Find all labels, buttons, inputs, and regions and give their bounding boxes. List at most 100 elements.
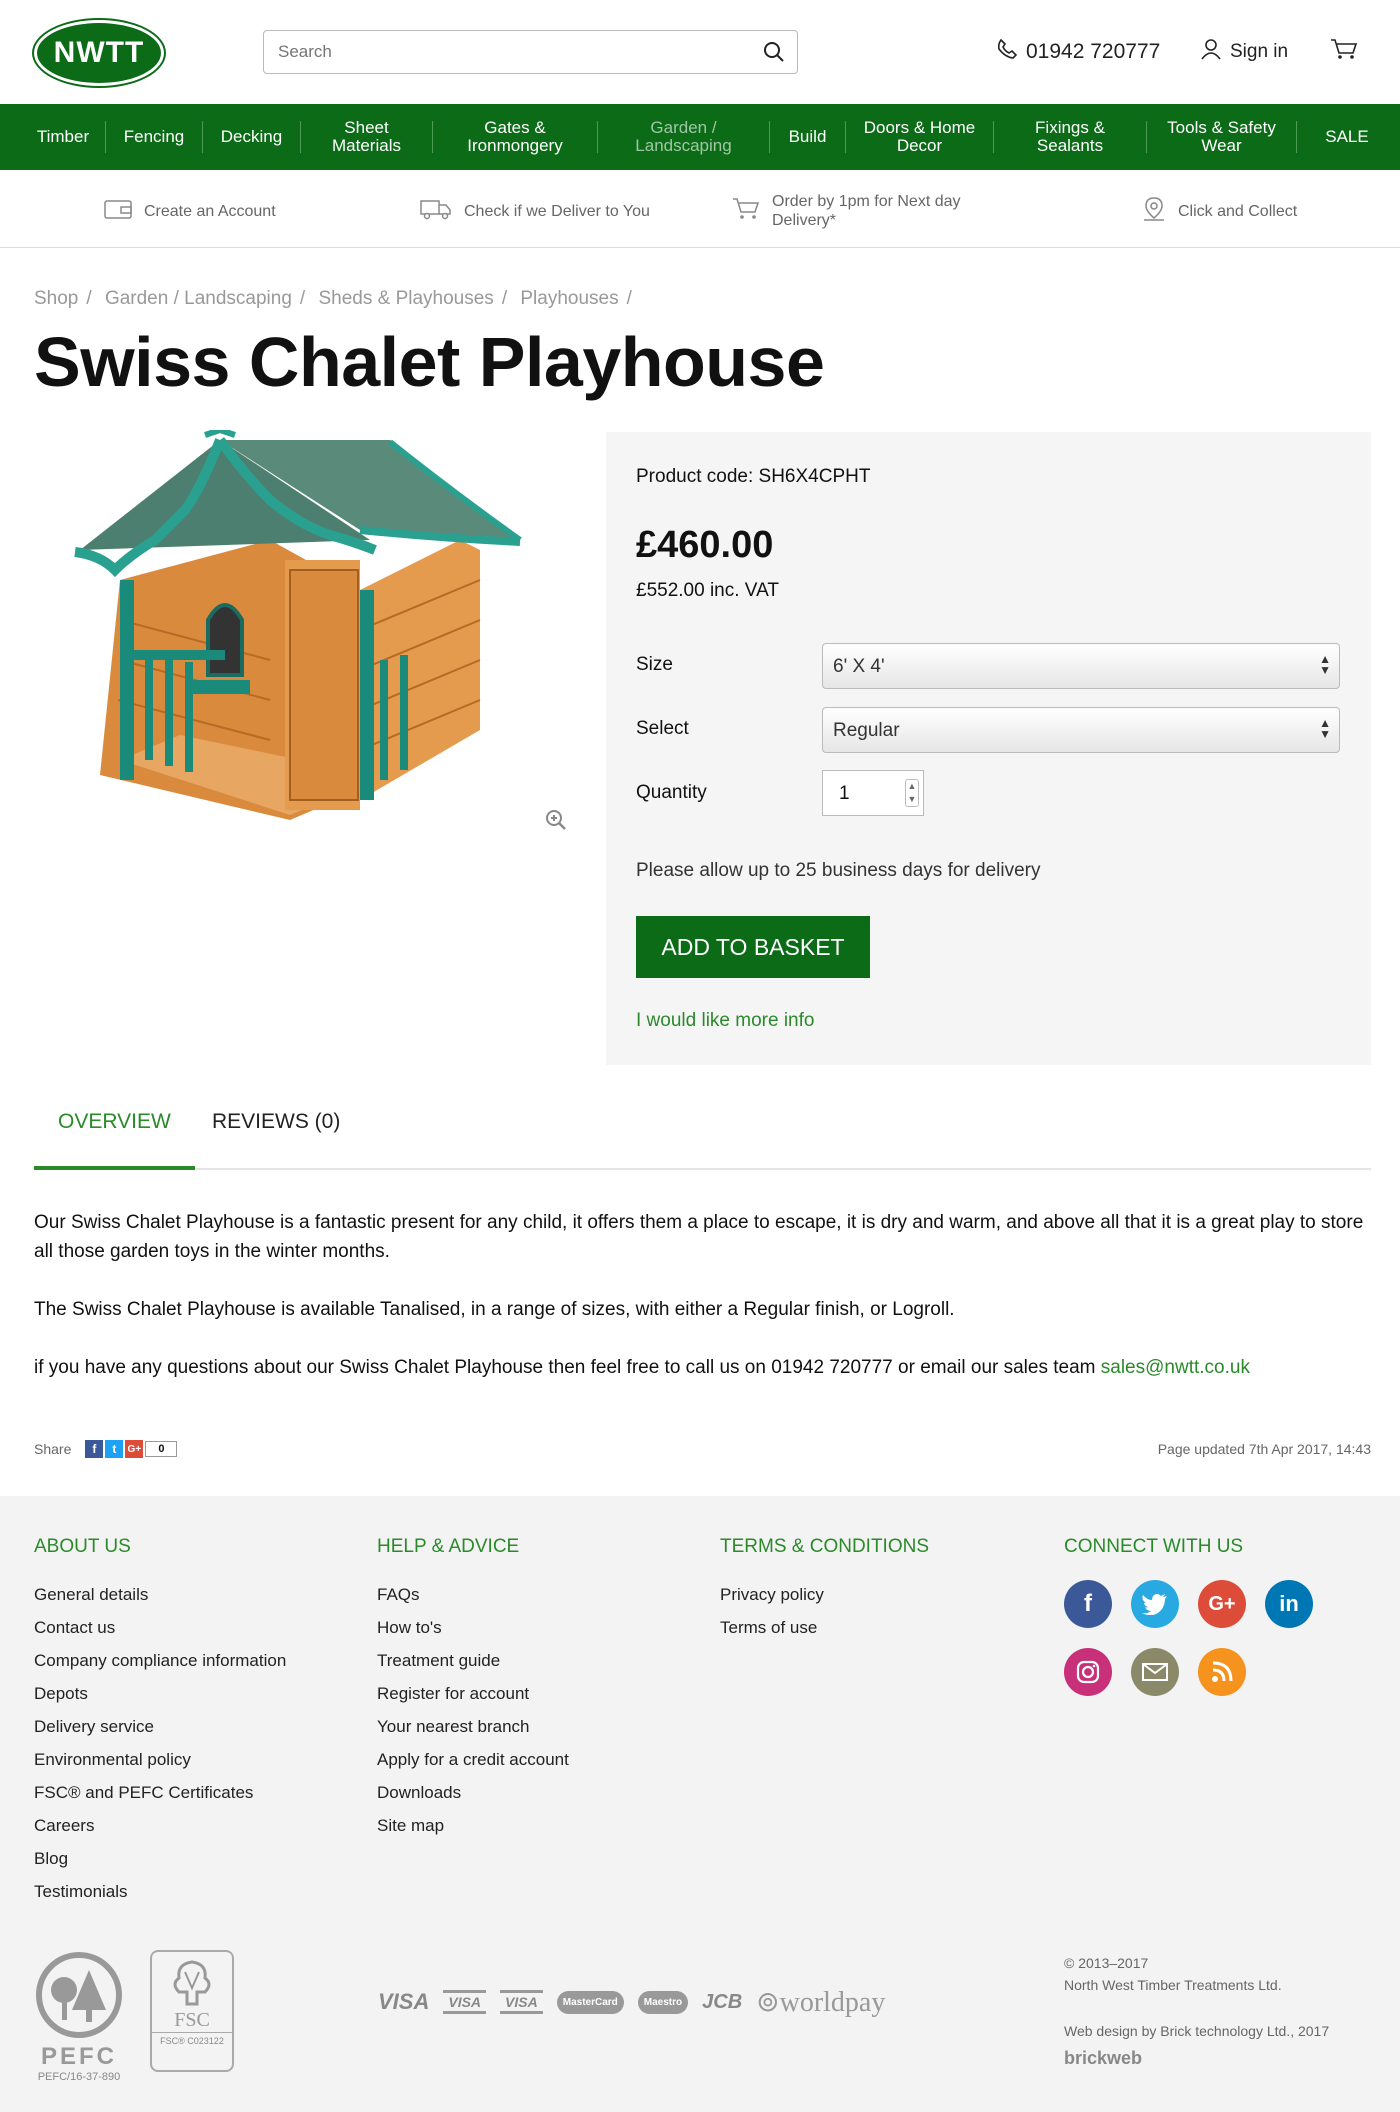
twitter-share-icon[interactable]: t [105,1440,124,1458]
product-panel: Product code: SH6X4CPHT £460.00 £552.00 … [606,432,1371,1065]
overview-paragraph-1: Our Swiss Chalet Playhouse is a fantasti… [34,1212,1364,1262]
google-plus-share-icon[interactable]: G+ [125,1440,144,1458]
payment-logos: VISA VISA VISA MasterCard Maestro JCB ⊚w… [378,1985,885,2019]
quantity-label: Quantity [636,782,707,803]
footer-link[interactable]: Site map [377,1809,569,1842]
rss-icon[interactable] [1198,1648,1246,1696]
search-input[interactable] [264,31,744,73]
breadcrumb-garden-landscaping[interactable]: Garden / Landscaping [105,288,292,309]
nav-item-sale[interactable]: SALE [1297,121,1397,153]
user-icon [1200,38,1222,66]
nav-item-decking[interactable]: Decking [203,121,301,153]
more-info-link[interactable]: I would like more info [636,1010,814,1032]
search-box[interactable] [263,30,798,74]
facebook-share-icon[interactable]: f [85,1440,104,1458]
check-deliver-link[interactable]: Check if we Deliver to You [420,198,650,225]
tab-overview[interactable]: OVERVIEW [34,1110,195,1170]
instagram-icon[interactable] [1064,1648,1112,1696]
basket-icon [732,197,760,226]
nav-item-sheet-materials[interactable]: Sheet Materials [301,119,433,155]
create-account-link[interactable]: Create an Account [104,198,276,225]
footer-link[interactable]: Careers [34,1809,286,1842]
footer-link[interactable]: General details [34,1578,286,1611]
finish-select-value: Regular [833,720,900,741]
facebook-icon[interactable]: f [1064,1580,1112,1628]
size-label: Size [636,654,673,675]
footer-link[interactable]: Environmental policy [34,1743,286,1776]
breadcrumb-playhouses[interactable]: Playhouses [520,288,618,309]
footer-link[interactable]: FAQs [377,1578,569,1611]
footer-link[interactable]: Company compliance information [34,1644,286,1677]
nav-item-fixings-sealants[interactable]: Fixings & Sealants [994,119,1147,155]
brickweb-logo[interactable]: brickweb [1064,2048,1142,2069]
overview-paragraph-2: The Swiss Chalet Playhouse is available … [34,1299,955,1320]
select-arrows-icon: ▲ ▼ [1319,716,1331,741]
click-collect-link[interactable]: Click and Collect [1142,196,1297,227]
footer-link[interactable]: Depots [34,1677,286,1710]
product-price: £460.00 [636,524,774,566]
search-icon[interactable] [763,41,785,68]
product-image[interactable] [60,426,540,850]
tab-reviews[interactable]: REVIEWS (0) [188,1110,364,1170]
finish-select[interactable]: Regular ▲ ▼ [822,707,1340,753]
footer-link[interactable]: Blog [34,1842,286,1875]
breadcrumb: Shop / Garden / Landscaping / Sheds & Play… [34,288,640,310]
select-arrows-icon: ▲ ▼ [1319,652,1331,677]
worldpay-logo: ⊚worldpay [756,1987,886,2018]
fsc-logo: FSC FSC® C023122 [150,1950,234,2072]
overview-paragraph-3-text: if you have any questions about our Swis… [34,1357,1101,1378]
maestro-logo: Maestro [637,1990,689,2014]
footer-link[interactable]: Privacy policy [720,1578,929,1611]
header: NWTT 01942 720777 Sign in [0,0,1400,104]
add-to-basket-button[interactable]: ADD TO BASKET [636,916,870,978]
zoom-icon[interactable] [544,808,568,837]
footer-link[interactable]: Delivery service [34,1710,286,1743]
phone-link[interactable]: 01942 720777 [996,38,1160,66]
nav-item-garden-landscaping[interactable]: Garden / Landscaping [598,119,770,155]
email-icon[interactable] [1131,1648,1179,1696]
click-collect-label: Click and Collect [1178,203,1298,220]
footer-link[interactable]: Your nearest branch [377,1710,569,1743]
page: NWTT 01942 720777 Sign in Timber Fencing… [0,0,1400,2112]
footer-link[interactable]: Terms of use [720,1611,929,1644]
size-select[interactable]: 6' X 4' ▲ ▼ [822,643,1340,689]
footer-link[interactable]: Apply for a credit account [377,1743,569,1776]
google-plus-icon[interactable]: G+ [1198,1580,1246,1628]
product-tabs: OVERVIEW REVIEWS (0) [34,1096,1371,1170]
breadcrumb-sheds-playhouses[interactable]: Sheds & Playhouses [318,288,493,309]
cart-icon[interactable] [1330,38,1358,60]
quantity-value: 1 [839,783,850,804]
breadcrumb-separator: / [299,288,306,309]
nav-item-timber[interactable]: Timber [0,121,106,153]
footer-link[interactable]: How to's [377,1611,569,1644]
footer-link[interactable]: Testimonials [34,1875,286,1908]
stepper-arrows-icon[interactable]: ▲ ▼ [905,779,919,807]
footer-link[interactable]: Treatment guide [377,1644,569,1677]
nav-item-doors-home-decor[interactable]: Doors & Home Decor [846,119,994,155]
twitter-icon[interactable] [1131,1580,1179,1628]
footer-link[interactable]: Contact us [34,1611,286,1644]
sign-in-link[interactable]: Sign in [1200,38,1288,66]
nav-item-tools-safety-wear[interactable]: Tools & Safety Wear [1147,119,1297,155]
footer-link[interactable]: Downloads [377,1776,569,1809]
linkedin-icon[interactable]: in [1265,1580,1313,1628]
quantity-stepper[interactable]: 1 ▲ ▼ [822,770,924,816]
nav-item-fencing[interactable]: Fencing [106,121,203,153]
logo[interactable]: NWTT [34,20,164,86]
footer-link[interactable]: Register for account [377,1677,569,1710]
breadcrumb-shop[interactable]: Shop [34,288,78,309]
footer-link[interactable]: FSC® and PEFC Certificates [34,1776,286,1809]
web-design-credit[interactable]: Web design by Brick technology Ltd., 201… [1064,2020,1329,2042]
main-nav: Timber Fencing Decking Sheet Materials G… [0,104,1400,170]
nav-item-gates-ironmongery[interactable]: Gates & Ironmongery [433,119,598,155]
sales-email-link[interactable]: sales@nwtt.co.uk [1101,1357,1250,1378]
product-code: Product code: SH6X4CPHT [636,466,871,487]
nav-item-build[interactable]: Build [770,121,846,153]
copyright-years: © 2013–2017 [1064,1955,1149,1971]
overview-paragraph-3: if you have any questions about our Swis… [34,1353,1374,1382]
phone-number: 01942 720777 [1026,40,1161,63]
share-label: Share [34,1441,72,1457]
order-by-info: Order by 1pm for Next day Delivery* [732,192,972,230]
overview-content: Our Swiss Chalet Playhouse is a fantasti… [34,1208,1374,1411]
footer-connect-title: CONNECT WITH US [1064,1536,1244,1557]
